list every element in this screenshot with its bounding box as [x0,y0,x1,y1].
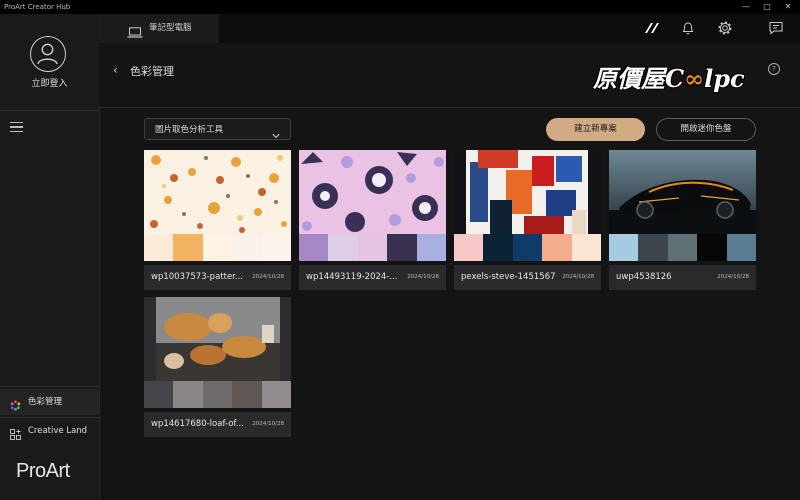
project-card[interactable]: wp14493119-2024-... 2024/10/28 [299,150,447,290]
color-swatch[interactable] [483,234,513,261]
analysis-tool-dropdown[interactable]: 圖片取色分析工具 [144,118,291,140]
proart-logo: ProArt [16,460,70,482]
color-swatch[interactable] [571,234,602,261]
help-icon[interactable]: ? [768,63,780,75]
page-title: 色彩管理 [130,65,174,78]
project-caption: wp14493119-2024-... 2024/10/28 [299,265,446,290]
sidebar-item-color-management[interactable]: 色彩管理 [0,389,99,415]
open-mini-palette-button[interactable]: 開啟迷你色盤 [656,118,756,141]
project-name: wp14493119-2024-... [306,272,398,282]
color-swatch[interactable] [416,234,447,261]
color-swatch[interactable] [387,234,417,261]
color-swatch[interactable] [232,381,262,408]
project-name: pexels-steve-1451567 [461,272,556,282]
project-thumbnail[interactable] [144,150,291,234]
dropdown-selected-value: 圖片取色分析工具 [155,125,224,135]
color-swatch[interactable] [173,234,203,261]
project-date: 2024/10/28 [562,274,594,280]
watermark-text: lpc [704,64,745,93]
color-swatch[interactable] [638,234,668,261]
color-swatch[interactable] [697,234,727,261]
project-card[interactable]: wp14617680-loaf-of... 2024/10/28 [144,297,292,437]
sidebar-divider [0,110,99,111]
project-card[interactable]: wp10037573-patter... 2024/10/28 [144,150,292,290]
project-thumbnail[interactable] [454,150,601,234]
project-name: wp10037573-patter... [151,272,243,282]
color-swatch[interactable] [454,234,484,261]
project-date: 2024/10/28 [252,274,284,280]
sidebar-item-creative-land[interactable]: Creative Land [0,418,99,444]
project-date: 2024/10/28 [717,274,749,280]
avatar-icon[interactable] [30,36,66,72]
bell-icon[interactable] [680,20,696,36]
login-link[interactable]: 立即登入 [0,76,99,89]
sidebar: 立即登入 色彩管理 Creative Land ProArt [0,14,100,500]
new-project-button[interactable]: 建立新專案 [546,118,645,141]
sidebar-item-label: Creative Land [28,426,88,436]
project-thumbnail[interactable] [299,150,446,234]
color-swatch[interactable] [144,234,174,261]
gear-icon[interactable] [717,20,733,36]
feedback-icon[interactable] [768,20,784,36]
infinity-icon: ∞ [684,64,705,93]
color-swatch[interactable] [328,234,358,261]
chevron-down-icon [272,126,280,148]
project-name: wp14617680-loaf-of... [151,419,244,429]
project-name: uwp4538126 [616,272,672,282]
project-card[interactable]: uwp4538126 2024/10/28 [609,150,757,290]
project-caption: wp14617680-loaf-of... 2024/10/28 [144,412,291,437]
color-swatches [609,234,757,261]
color-swatch[interactable] [144,381,174,408]
sidebar-divider [0,386,99,387]
device-tab-laptop[interactable]: 筆記型電腦 [99,14,219,43]
back-chevron-icon[interactable]: ‹ [113,63,118,77]
project-date: 2024/10/28 [252,421,284,427]
window-title: ProArt Creator Hub [4,3,71,11]
color-swatch[interactable] [202,381,233,408]
window-titlebar: ProArt Creator Hub — □ ✕ [0,0,800,14]
color-swatch[interactable] [542,234,572,261]
color-swatches [144,234,292,261]
color-swatch[interactable] [202,234,233,261]
color-swatches [144,381,292,408]
maximize-icon[interactable]: □ [757,0,777,14]
coolpc-watermark: 原價屋C∞lpc [593,59,745,94]
color-swatches [454,234,602,261]
laptop-icon [127,23,143,42]
asus-logo-icon [644,20,660,36]
project-thumbnail[interactable] [609,150,756,234]
sidebar-item-label: 色彩管理 [28,397,63,407]
color-swatch[interactable] [512,234,543,261]
project-card[interactable]: pexels-steve-1451567 2024/10/28 [454,150,602,290]
color-swatches [299,234,447,261]
color-swatch[interactable] [232,234,262,261]
color-swatch[interactable] [261,234,292,261]
color-swatch[interactable] [299,234,329,261]
menu-icon[interactable] [10,122,23,132]
color-swatch[interactable] [173,381,203,408]
topbar: 筆記型電腦 [99,14,800,44]
project-caption: pexels-steve-1451567 2024/10/28 [454,265,601,290]
project-thumbnail[interactable] [144,297,291,381]
close-icon[interactable]: ✕ [778,0,798,14]
watermark-text: 原價屋C [593,64,685,93]
minimize-icon[interactable]: — [736,0,756,14]
color-swatch[interactable] [726,234,757,261]
page-header: ‹ 色彩管理 原價屋C∞lpc ? [99,43,800,108]
color-swatch[interactable] [261,381,292,408]
color-swatch[interactable] [667,234,698,261]
device-label: 筆記型電腦 [149,23,192,33]
color-wheel-icon [10,396,21,411]
color-swatch[interactable] [357,234,388,261]
project-caption: wp10037573-patter... 2024/10/28 [144,265,291,290]
project-caption: uwp4538126 2024/10/28 [609,265,756,290]
color-swatch[interactable] [609,234,639,261]
project-date: 2024/10/28 [407,274,439,280]
apps-grid-icon [10,425,21,440]
